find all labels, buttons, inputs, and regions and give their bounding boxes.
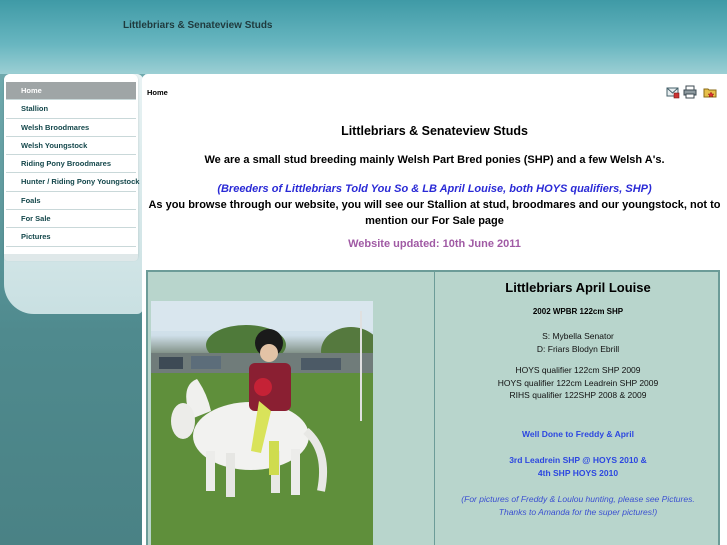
result-line: 3rd Leadrein SHP @ HOYS 2010 & [509,455,647,465]
sidebar-item-label: Welsh Youngstock [21,140,88,150]
sidebar-item-label: Welsh Broodmares [21,122,90,132]
sidebar-item-label: Home [21,86,42,95]
sidebar-item-welsh-youngstock[interactable]: Welsh Youngstock [6,137,136,156]
sidebar-item-home[interactable]: Home [6,82,136,101]
sidebar-item-stallion[interactable]: Stallion [6,100,136,119]
intro-section: Littlebriars & Senateview Studs We are a… [142,124,727,250]
sidebar-item-label: Pictures [21,232,51,242]
sidebar-item-label: Riding Pony Broodmares [21,159,112,169]
pony-name: Littlebriars April Louise [505,280,651,295]
breeders-note: (Breeders of Littlebriars Told You So & … [217,183,652,195]
sidebar-item-label: Hunter / Riding Pony Youngstock [21,177,140,187]
intro-description: We are a small stud breeding mainly Wels… [204,154,665,166]
well-done-note: Well Done to Freddy & April [522,428,634,439]
featured-pony-panel: Littlebriars April Louise 2002 WPBR 122c… [146,270,720,545]
update-date: Website updated: 10th June 2011 [348,238,521,250]
pictures-note-line: (For pictures of Freddy & Loulou hunting… [461,494,695,504]
pictures-note: (For pictures of Freddy & Loulou hunting… [436,493,720,519]
sidebar-item-foals[interactable]: Foals [6,192,136,211]
sidebar-item-welsh-broodmares[interactable]: Welsh Broodmares [6,119,136,137]
main-content: Home Littlebriars & Senateview Studs We … [142,74,727,545]
sidebar-item-label: Foals [21,195,41,205]
sidebar-item-label: Stallion [21,104,49,114]
sidebar-footer [4,254,138,261]
sidebar-nav: Home Stallion Welsh Broodmares Welsh You… [4,74,140,259]
pony-dam: D: Friars Blodyn Ebrill [536,343,620,354]
breadcrumb[interactable]: Home [147,88,168,97]
result-line: 4th SHP HOYS 2010 [537,467,619,478]
sidebar-item-label: For Sale [21,214,51,224]
print-icon[interactable] [683,85,697,99]
sidebar-item-hunter-riding-pony-youngstock[interactable]: Hunter / Riding Pony Youngstock [6,173,140,192]
pony-details: Littlebriars April Louise 2002 WPBR 122c… [436,272,720,545]
header-banner: Littlebriars & Senateview Studs [0,0,727,80]
achievement-item: HOYS qualifier 122cm SHP 2009 [515,365,641,375]
bookmark-folder-icon[interactable] [703,85,717,99]
pony-sire: S: Mybella Senator [542,331,614,341]
sidebar-item-riding-pony-broodmares[interactable]: Riding Pony Broodmares [6,155,136,174]
pictures-note-line: Thanks to Amanda for the super pictures!… [498,507,658,517]
page: Littlebriars & Senateview Studs Home Sta… [0,0,727,545]
page-title: Littlebriars & Senateview Studs [341,124,528,138]
browse-text: As you browse through our website, you w… [148,199,721,227]
pony-subtitle: 2002 WPBR 122cm SHP [532,307,624,316]
site-title: Littlebriars & Senateview Studs [123,20,273,31]
sidebar-item-for-sale[interactable]: For Sale [6,210,136,229]
sidebar-item-pictures[interactable]: Pictures [6,228,136,247]
achievement-item: RIHS qualifier 122SHP 2008 & 2009 [509,390,647,400]
pony-photo [151,301,373,545]
feature-divider [434,272,435,545]
achievement-item: HOYS qualifier 122cm Leadrein SHP 2009 [497,377,659,388]
email-page-icon[interactable] [666,85,680,99]
